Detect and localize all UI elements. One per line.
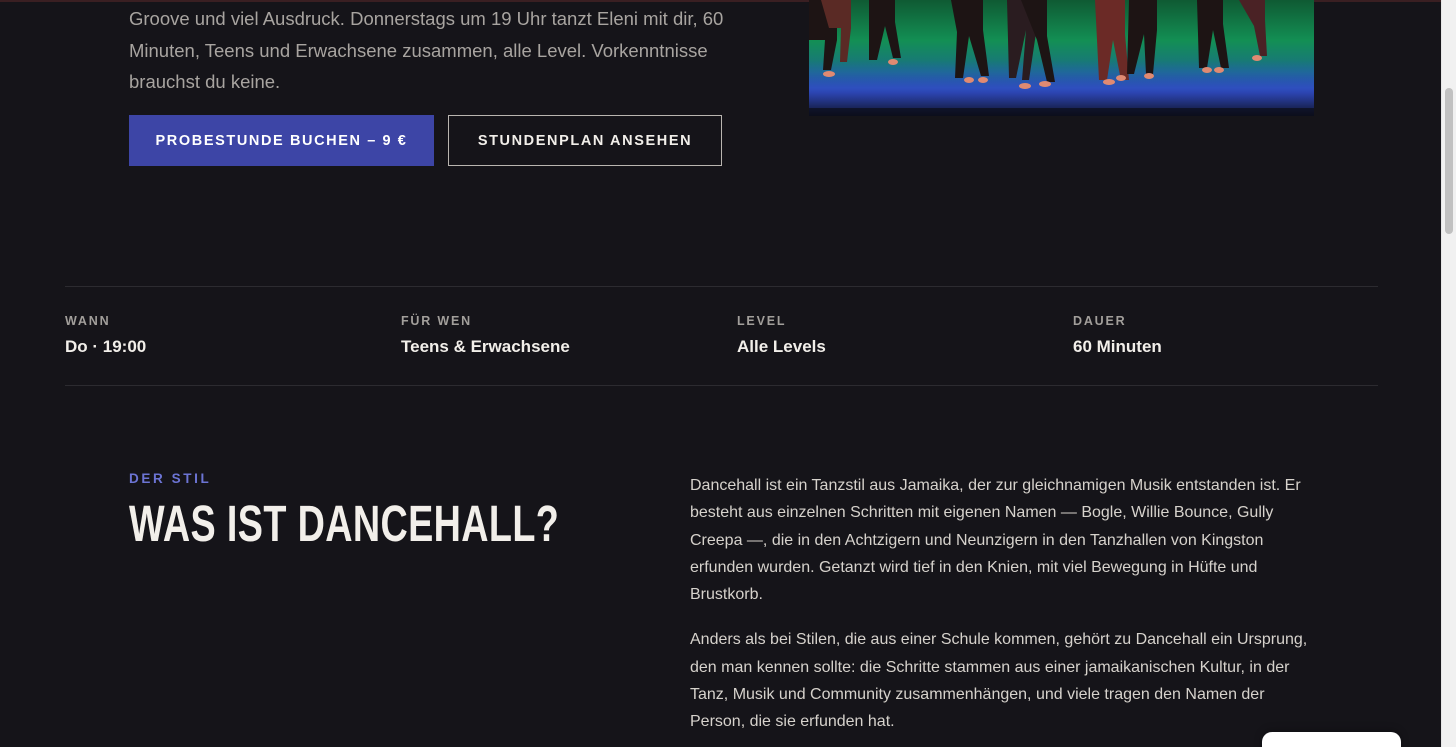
section-title: WAS IST DANCEHALL? xyxy=(129,495,560,552)
style-paragraph: Dancehall ist ein Tanzstil aus Jamaika, … xyxy=(690,477,1301,604)
style-paragraph: Anders als bei Stilen, die aus einer Sch… xyxy=(690,631,1308,731)
scrollbar-thumb[interactable] xyxy=(1445,88,1453,234)
hero-description: Groove und viel Ausdruck. Donnerstags um… xyxy=(129,8,724,92)
floating-widget-tab[interactable] xyxy=(1262,732,1401,747)
hero-dancers-image xyxy=(809,0,1314,116)
fact-audience: FÜR WEN Teens & Erwachsene xyxy=(401,314,570,357)
book-trial-button[interactable]: PROBESTUNDE BUCHEN – 9 € xyxy=(129,115,434,166)
class-facts-bar: WANN Do · 19:00 FÜR WEN Teens & Erwachse… xyxy=(65,286,1378,386)
style-description: Dancehall ist ein Tanzstil aus Jamaika, … xyxy=(690,472,1320,747)
fact-duration: DAUER 60 Minuten xyxy=(1073,314,1162,357)
section-eyebrow: DER STIL xyxy=(129,471,212,486)
fact-label: FÜR WEN xyxy=(401,314,472,328)
fact-value: Do · 19:00 xyxy=(65,337,147,356)
fact-when: WANN Do · 19:00 xyxy=(65,314,146,357)
view-schedule-button[interactable]: STUNDENPLAN ANSEHEN xyxy=(448,115,722,166)
fact-level: LEVEL Alle Levels xyxy=(737,314,826,357)
fact-label: WANN xyxy=(65,314,111,328)
fact-label: DAUER xyxy=(1073,314,1127,328)
page-scrollbar[interactable] xyxy=(1441,0,1456,747)
page: Groove und viel Ausdruck. Donnerstags um… xyxy=(0,0,1441,747)
fact-value: Teens & Erwachsene xyxy=(401,337,570,356)
fact-value: 60 Minuten xyxy=(1073,337,1162,356)
fact-value: Alle Levels xyxy=(737,337,826,356)
fact-label: LEVEL xyxy=(737,314,787,328)
